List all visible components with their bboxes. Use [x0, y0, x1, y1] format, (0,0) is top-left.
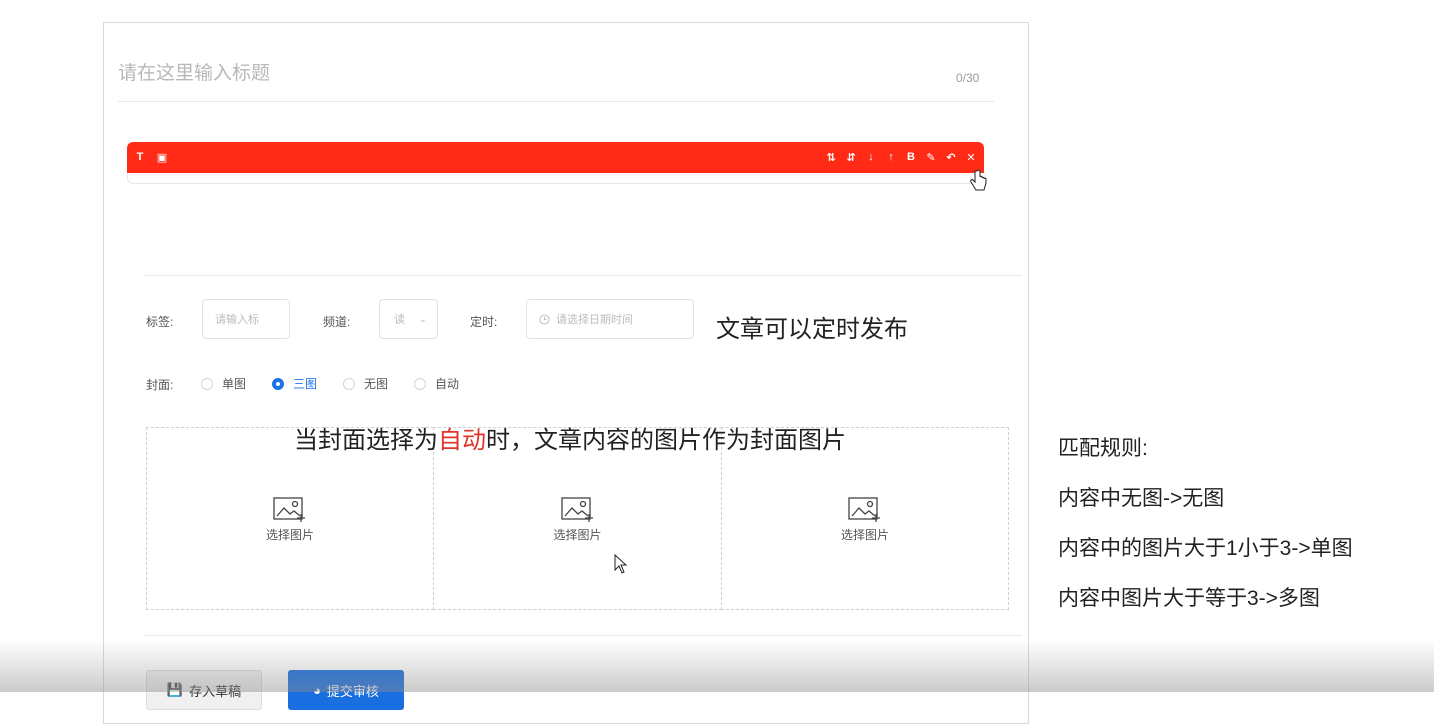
editor-toolbar: T ▣ ⇅ ⇵ ↓ ↑ B ✎ ↶ ✕ — [127, 142, 984, 173]
add-image-icon — [848, 496, 880, 522]
rule-line: 内容中无图->无图 — [1058, 487, 1225, 510]
matching-rules: 匹配规则: 内容中无图->无图 内容中的图片大于1小于3->单图 内容中图片大于… — [1058, 424, 1353, 624]
save-draft-label: 存入草稿 — [189, 683, 242, 699]
tags-label: 标签: — [146, 315, 174, 329]
add-image-icon — [273, 496, 305, 522]
footer-divider — [144, 635, 1022, 636]
arrow-up-icon[interactable]: ↑ — [884, 149, 898, 165]
tags-input[interactable]: 请输入标 — [202, 299, 290, 339]
title-input[interactable] — [118, 59, 978, 89]
sort-asc-icon[interactable]: ⇅ — [824, 149, 838, 165]
cover-slot-label: 选择图片 — [840, 527, 889, 542]
channel-label: 频道: — [323, 315, 351, 329]
submit-icon: ◕ — [313, 682, 321, 698]
article-editor-panel: 0/30 T ▣ ⇅ ⇵ ↓ ↑ B ✎ ↶ ✕ 标签: 请输入标 频道: 读 … — [103, 22, 1029, 724]
arrow-cursor-icon — [614, 554, 628, 574]
cover-label: 封面: — [146, 378, 174, 392]
section-divider — [144, 275, 1022, 276]
radio-icon — [414, 377, 427, 390]
cover-option-label: 三图 — [293, 377, 318, 391]
text-icon[interactable]: T — [133, 149, 147, 165]
title-char-counter: 0/30 — [956, 71, 980, 85]
rules-heading: 匹配规则: — [1058, 437, 1148, 460]
edit-icon[interactable]: ✎ — [924, 149, 938, 165]
chevron-down-icon: ⌄ — [418, 313, 427, 325]
bold-icon[interactable]: B — [904, 149, 918, 165]
channel-select[interactable]: 读 ⌄ — [379, 299, 438, 339]
save-draft-button[interactable]: 💾 存入草稿 — [146, 670, 262, 710]
cover-annotation-highlight: 自动 — [438, 427, 486, 454]
rule-line: 内容中图片大于等于3->多图 — [1058, 587, 1320, 610]
radio-checked-icon — [272, 377, 285, 390]
cover-annotation-suffix: 时，文章内容的图片作为封面图片 — [486, 427, 846, 454]
cover-option-none[interactable]: 无图 — [343, 375, 388, 392]
undo-icon[interactable]: ↶ — [944, 149, 958, 165]
submit-review-label: 提交审核 — [326, 683, 379, 699]
rule-line: 内容中的图片大于1小于3->单图 — [1058, 537, 1353, 560]
cover-option-three[interactable]: 三图 — [272, 375, 317, 392]
cover-slot-label: 选择图片 — [553, 527, 602, 542]
cover-slot-label: 选择图片 — [265, 527, 314, 542]
cover-radio-group: 单图 三图 无图 自动 — [201, 375, 459, 392]
radio-icon — [343, 377, 356, 390]
clock-icon — [539, 313, 550, 325]
schedule-annotation: 文章可以定时发布 — [716, 316, 908, 343]
cover-option-label: 无图 — [364, 377, 389, 391]
editor-toolbar-base — [127, 173, 986, 184]
close-icon[interactable]: ✕ — [964, 149, 978, 165]
schedule-label: 定时: — [470, 315, 498, 329]
arrow-down-icon[interactable]: ↓ — [864, 149, 878, 165]
tags-placeholder: 请输入标 — [215, 314, 259, 326]
cover-option-label: 单图 — [222, 377, 247, 391]
hand-cursor-icon — [970, 170, 987, 191]
channel-value: 读 — [394, 314, 405, 326]
schedule-placeholder: 请选择日期时间 — [556, 314, 633, 326]
cover-option-single[interactable]: 单图 — [201, 375, 246, 392]
title-underline — [118, 101, 994, 102]
image-icon[interactable]: ▣ — [155, 149, 169, 165]
cover-option-label: 自动 — [435, 377, 460, 391]
schedule-datetime-picker[interactable]: 请选择日期时间 — [526, 299, 694, 339]
save-icon: 💾 — [166, 682, 184, 697]
radio-icon — [201, 377, 213, 390]
add-image-icon — [560, 496, 593, 522]
cover-option-auto[interactable]: 自动 — [414, 375, 459, 392]
sort-desc-icon[interactable]: ⇵ — [844, 149, 858, 165]
submit-review-button[interactable]: ◕ 提交审核 — [288, 670, 404, 710]
cover-annotation: 当封面选择为自动时，文章内容的图片作为封面图片 — [294, 420, 846, 455]
cover-annotation-prefix: 当封面选择为 — [294, 427, 438, 454]
